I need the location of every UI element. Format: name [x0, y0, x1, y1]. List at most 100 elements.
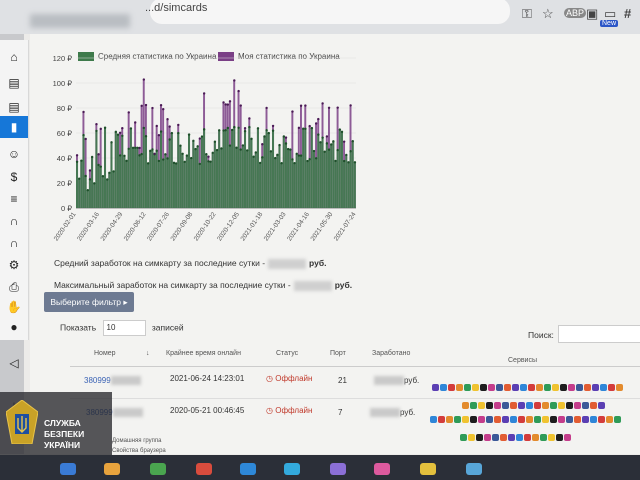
point-avg-stat: [155, 149, 158, 152]
point-my-stat: [265, 106, 268, 110]
document-icon[interactable]: ▤: [6, 76, 22, 90]
cube-icon[interactable]: ▣: [586, 6, 598, 22]
services-row: [460, 428, 630, 446]
point-avg-stat: [162, 158, 165, 161]
sort-icon[interactable]: ≡: [6, 192, 22, 206]
table-row[interactable]: 380999: [84, 376, 141, 386]
sort-icon[interactable]: ↓: [146, 350, 150, 357]
globe-icon[interactable]: ●: [6, 320, 22, 334]
x-axis: 2020-02-012020-03-162020-04-292020-06-12…: [53, 211, 358, 243]
point-avg-stat: [274, 156, 277, 160]
menu-item[interactable]: Домашняя группа: [112, 438, 162, 444]
point-avg-stat: [185, 154, 189, 157]
magnet-icon[interactable]: ∩: [6, 214, 22, 228]
taskbar-app-icon[interactable]: [104, 463, 120, 475]
service-icon: [492, 434, 499, 441]
bar-avg-stat: [175, 163, 178, 208]
print-icon[interactable]: ⎙: [6, 280, 22, 295]
col-last-online[interactable]: Крайнее время онлайн: [166, 350, 241, 357]
point-avg-stat: [209, 160, 212, 163]
taskbar-app-icon[interactable]: [240, 463, 256, 475]
point-avg-stat: [317, 133, 320, 136]
service-icon: [516, 434, 523, 441]
service-icon: [500, 434, 507, 441]
point-avg-stat: [254, 151, 258, 154]
menu-item[interactable]: Свойства браузера: [112, 448, 166, 454]
taskbar-app-icon[interactable]: [330, 463, 346, 475]
person-icon[interactable]: ☺: [6, 147, 22, 161]
bar-avg-stat: [228, 145, 231, 208]
point-my-stat: [162, 107, 165, 111]
service-icon: [540, 434, 547, 441]
service-icon: [582, 416, 589, 423]
point-avg-stat: [347, 161, 350, 164]
point-avg-stat: [95, 129, 98, 133]
point-avg-stat: [198, 162, 202, 166]
point-avg-stat: [308, 158, 311, 161]
taskbar-app-icon[interactable]: [374, 463, 390, 475]
bar-avg-stat: [198, 163, 201, 208]
bar-avg-stat: [194, 149, 197, 208]
home-icon[interactable]: ⌂: [6, 50, 22, 64]
filter-button[interactable]: Выберите фильтр ▸: [44, 292, 134, 312]
point-avg-stat: [187, 133, 191, 136]
taskbar-app-icon[interactable]: [466, 463, 482, 475]
search-input[interactable]: [558, 325, 640, 343]
bar-avg-stat: [235, 147, 238, 208]
service-icon: [584, 384, 591, 391]
service-icon: [598, 416, 605, 423]
bar-avg-stat: [211, 152, 214, 208]
blurred-number: [110, 376, 141, 386]
extension-icon[interactable]: ABP: [564, 8, 587, 18]
page-length-select[interactable]: 10: [102, 320, 146, 336]
point-my-stat: [99, 127, 102, 131]
service-icon: [486, 416, 493, 423]
send-icon[interactable]: ◁: [6, 356, 22, 370]
blurred-number: [112, 408, 143, 418]
taskbar-app-icon[interactable]: [150, 463, 166, 475]
phone-number[interactable]: 380999: [84, 376, 111, 385]
col-number[interactable]: Номер: [94, 350, 116, 357]
bar-avg-stat: [293, 163, 296, 208]
star-icon[interactable]: ☆: [542, 6, 554, 22]
point-my-stat: [297, 126, 301, 130]
bar-avg-stat: [196, 146, 199, 208]
point-avg-stat: [280, 162, 283, 165]
point-avg-stat: [218, 129, 221, 132]
point-avg-stat: [321, 136, 324, 139]
bar-avg-stat: [216, 150, 219, 208]
document-icon[interactable]: ▤: [6, 100, 22, 114]
status-text: Оффлайн: [275, 374, 313, 383]
chart-series: [75, 78, 357, 208]
service-icon: [470, 402, 477, 409]
taskbar-app-icon[interactable]: [60, 463, 76, 475]
point-avg-stat: [319, 141, 322, 144]
bar-avg-stat: [203, 129, 206, 208]
col-status[interactable]: Статус: [276, 350, 298, 357]
hand-icon[interactable]: ✋: [6, 300, 22, 314]
gear-icon[interactable]: ⚙: [6, 258, 22, 272]
taskbar-app-icon[interactable]: [284, 463, 300, 475]
key-icon[interactable]: ⚿: [522, 6, 532, 22]
service-icon: [502, 402, 509, 409]
point-avg-stat: [325, 142, 329, 145]
taskbar-app-icon[interactable]: [196, 463, 212, 475]
col-earned[interactable]: Заработано: [372, 350, 410, 357]
sim-card-icon[interactable]: ▮: [6, 120, 22, 134]
service-icon: [430, 416, 437, 423]
bar-avg-stat: [248, 127, 251, 208]
sbu-emblem-icon: [6, 400, 38, 444]
dollar-icon[interactable]: $: [6, 170, 22, 184]
point-avg-stat: [228, 144, 232, 147]
col-services[interactable]: Сервисы: [508, 357, 537, 364]
clock-icon: ◷: [266, 406, 273, 415]
point-avg-stat: [84, 174, 87, 178]
bar-avg-stat: [97, 164, 100, 208]
hash-icon[interactable]: #: [624, 6, 631, 21]
point-avg-stat: [349, 150, 352, 153]
service-icon: [518, 402, 525, 409]
col-port[interactable]: Порт: [330, 350, 346, 357]
magnet-icon[interactable]: ∩: [6, 236, 22, 250]
point-avg-stat: [224, 129, 227, 132]
taskbar-app-icon[interactable]: [420, 463, 436, 475]
